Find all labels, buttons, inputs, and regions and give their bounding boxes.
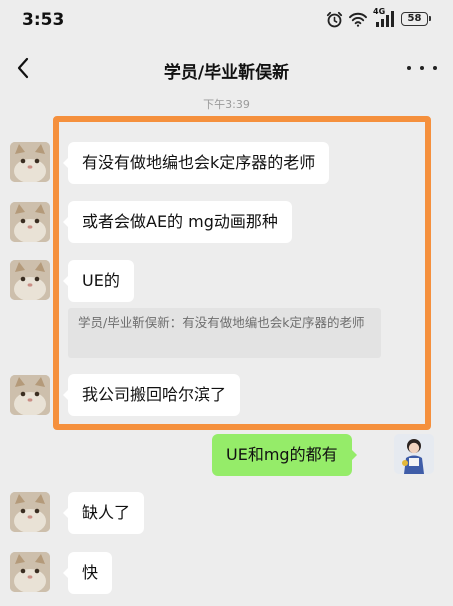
sender-avatar[interactable]: [10, 375, 50, 415]
cat-avatar-icon: [10, 202, 50, 242]
signal-indicator: 4G: [373, 7, 395, 28]
status-bar: 3:53 4G 58: [0, 0, 453, 38]
alarm-clock-icon: [326, 11, 343, 27]
sender-avatar[interactable]: [10, 142, 50, 182]
more-button[interactable]: [407, 58, 437, 78]
sender-avatar[interactable]: [10, 202, 50, 242]
chat-title: 学员/毕业靳俣新: [163, 63, 290, 83]
chat-header: 学员/毕业靳俣新: [0, 38, 453, 98]
status-time: 3:53: [22, 10, 65, 30]
sender-avatar[interactable]: [10, 492, 50, 532]
message-bubble[interactable]: 或者会做AE的 mg动画那种: [63, 201, 292, 243]
cell-signal-icon: [376, 11, 394, 27]
sender-avatar[interactable]: [10, 260, 50, 300]
message-bubble-outgoing[interactable]: UE和mg的都有: [212, 434, 357, 476]
quoted-message[interactable]: 学员/毕业靳俣新：有没有做地编也会k定序器的老师: [68, 308, 381, 358]
cat-avatar-icon: [10, 375, 50, 415]
message-bubble[interactable]: 我公司搬回哈尔滨了: [62, 374, 241, 416]
child-avatar-icon: [394, 434, 434, 474]
wifi-icon: [349, 12, 367, 27]
status-icons: 4G 58: [326, 7, 431, 28]
cat-avatar-icon: [10, 492, 50, 532]
message-timestamp: 下午3:39: [203, 98, 250, 111]
cat-avatar-icon: [10, 260, 50, 300]
message-bubble[interactable]: 缺人了: [62, 492, 145, 534]
cat-avatar-icon: [10, 552, 50, 592]
more-dots-icon: [407, 66, 411, 70]
battery-level: 58: [407, 13, 422, 24]
sender-avatar[interactable]: [10, 552, 50, 592]
my-avatar[interactable]: [394, 434, 434, 474]
cat-avatar-icon: [10, 142, 50, 182]
message-bubble[interactable]: 快: [62, 552, 113, 594]
message-bubble[interactable]: UE的: [63, 260, 134, 302]
battery-icon: 58: [401, 12, 431, 26]
message-bubble[interactable]: 有没有做地编也会k定序器的老师: [62, 142, 330, 184]
